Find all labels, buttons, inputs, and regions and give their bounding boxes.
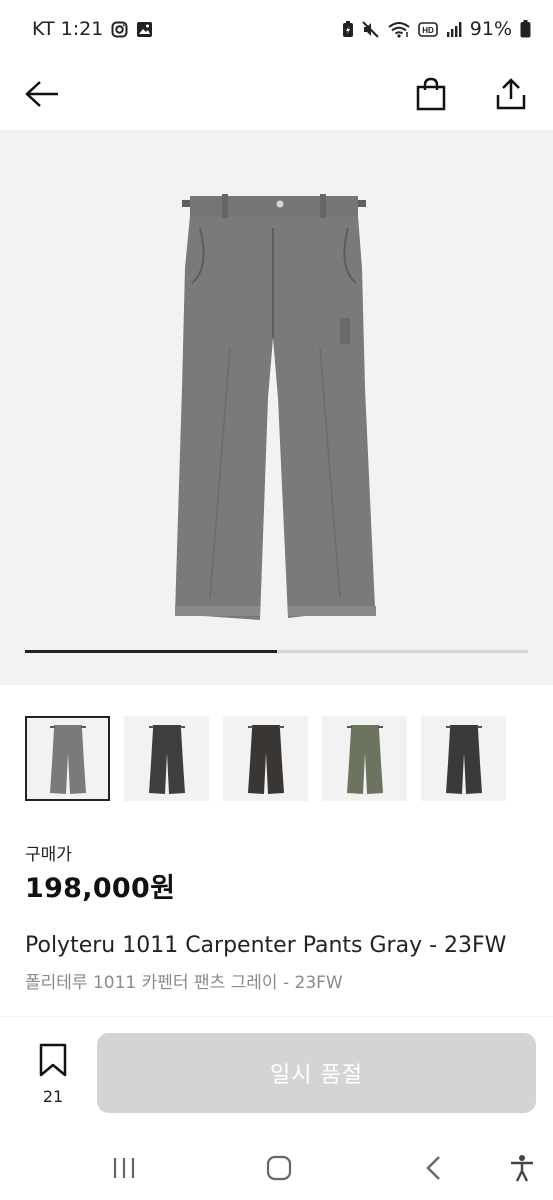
thumbnail-image <box>247 724 284 794</box>
home-icon[interactable] <box>259 1148 299 1188</box>
system-navigation <box>0 1136 553 1200</box>
action-bar: 21 일시 품절 <box>0 1016 553 1136</box>
back-icon[interactable] <box>414 1148 454 1188</box>
thumbnail-image <box>346 724 383 794</box>
instagram-icon <box>111 21 128 38</box>
gallery-progress <box>25 650 528 653</box>
wifi-icon <box>388 21 410 38</box>
status-left: KT 1:21 <box>32 18 153 40</box>
thumbnail-4[interactable] <box>322 716 407 801</box>
product-subtitle: 폴리테루 1011 카펜터 팬츠 그레이 - 23FW <box>25 973 343 993</box>
mute-icon <box>362 20 380 38</box>
thumbnail-2[interactable] <box>124 716 209 801</box>
share-icon[interactable] <box>491 74 531 114</box>
recent-apps-icon[interactable] <box>104 1148 144 1188</box>
status-right: HD 91% <box>342 18 531 40</box>
hd-icon: HD <box>417 21 438 38</box>
thumbnail-3[interactable] <box>223 716 308 801</box>
price-label: 구매가 <box>25 845 72 865</box>
shopping-bag-icon[interactable] <box>411 74 451 114</box>
gallery-icon <box>136 21 153 38</box>
carrier-time: KT 1:21 <box>32 18 104 40</box>
thumbnail-image <box>49 724 86 794</box>
accessibility-icon[interactable] <box>502 1148 542 1188</box>
battery-saver-icon <box>342 20 354 38</box>
wishlist-button[interactable]: 21 <box>30 1043 76 1106</box>
back-arrow-icon[interactable] <box>22 74 62 114</box>
battery-percent: 91% <box>469 18 512 40</box>
svg-text:HD: HD <box>422 26 434 35</box>
product-image-gallery[interactable] <box>0 130 553 685</box>
thumbnail-image <box>148 724 185 794</box>
signal-icon <box>446 21 462 38</box>
wishlist-count: 21 <box>42 1087 64 1106</box>
price: 198,000원 <box>25 873 176 904</box>
app-bar <box>0 58 553 130</box>
battery-icon <box>520 20 531 38</box>
product-title: Polyteru 1011 Carpenter Pants Gray - 23F… <box>25 933 507 958</box>
product-image <box>175 194 376 620</box>
app-bar-actions <box>411 74 531 114</box>
gallery-progress-fill <box>25 650 277 653</box>
sold-out-button[interactable]: 일시 품절 <box>97 1033 536 1113</box>
thumbnail-1[interactable] <box>25 716 110 801</box>
thumbnail-image <box>445 724 482 794</box>
thumbnail-strip <box>25 716 506 801</box>
thumbnail-5[interactable] <box>421 716 506 801</box>
status-bar: KT 1:21 HD 91% <box>0 0 553 58</box>
bookmark-icon <box>38 1043 68 1081</box>
